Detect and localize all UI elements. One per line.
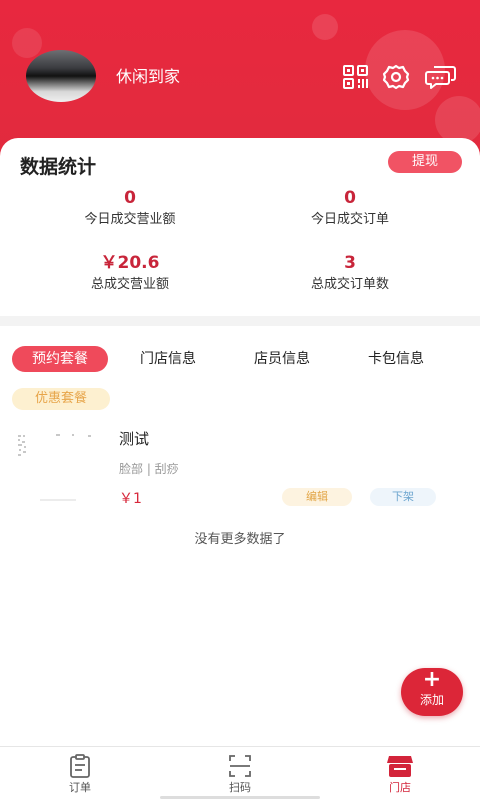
decor-bubble bbox=[435, 96, 480, 144]
stats-title: 数据统计 bbox=[20, 156, 97, 178]
stat-label: 今日成交订单 bbox=[310, 212, 389, 227]
subtab-discount-packages[interactable]: 优惠套餐 bbox=[12, 388, 110, 410]
qrcode-icon[interactable] bbox=[342, 64, 370, 90]
nav-label: 订单 bbox=[69, 781, 91, 794]
stat-label: 今日成交营业额 bbox=[84, 212, 176, 227]
stat-total-orders: 3 总成交订单数 bbox=[230, 252, 470, 295]
gear-icon[interactable] bbox=[382, 64, 410, 90]
tab-booking-packages[interactable]: 预约套餐 bbox=[12, 346, 108, 372]
nav-item-store[interactable]: 门店 bbox=[360, 753, 440, 795]
nav-label: 扫码 bbox=[229, 781, 251, 794]
clipboard-icon bbox=[70, 754, 90, 778]
stat-value: 3 bbox=[344, 253, 356, 273]
delist-button[interactable]: 下架 bbox=[370, 488, 436, 506]
home-indicator bbox=[160, 796, 320, 799]
item-name: 测试 bbox=[119, 430, 150, 448]
add-button-label: 添加 bbox=[419, 693, 444, 707]
scan-icon bbox=[229, 755, 251, 777]
stats-card: 数据统计 提现 0 今日成交营业额 0 今日成交订单 ￥20.6 总成交营业额 … bbox=[0, 138, 480, 316]
tab-staff-info[interactable]: 店员信息 bbox=[254, 346, 310, 372]
tab-store-info[interactable]: 门店信息 bbox=[140, 346, 196, 372]
stat-value: 0 bbox=[124, 188, 136, 208]
stat-today-revenue: 0 今日成交营业额 bbox=[10, 187, 250, 230]
list-end-text: 没有更多数据了 bbox=[194, 532, 286, 547]
decor-bubble bbox=[12, 28, 42, 58]
decor-bubble bbox=[312, 14, 338, 40]
avatar[interactable] bbox=[26, 50, 96, 102]
stat-value: 0 bbox=[344, 188, 356, 208]
store-icon bbox=[387, 756, 413, 777]
edit-button[interactable]: 编辑 bbox=[282, 488, 352, 506]
shop-name: 休闲到家 bbox=[116, 67, 181, 86]
nav-item-orders[interactable]: 订单 bbox=[40, 753, 120, 795]
item-tags: 脸部 | 刮痧 bbox=[119, 462, 179, 476]
stat-label: 总成交营业额 bbox=[90, 277, 169, 292]
stat-total-revenue: ￥20.6 总成交营业额 bbox=[10, 252, 250, 295]
stat-label: 总成交订单数 bbox=[310, 277, 389, 292]
item-thumbnail[interactable] bbox=[16, 431, 104, 503]
add-button[interactable]: + 添加 bbox=[401, 668, 463, 716]
withdraw-button[interactable]: 提现 bbox=[388, 151, 462, 173]
stat-value: ￥20.6 bbox=[100, 253, 160, 273]
plus-icon: + bbox=[422, 667, 442, 692]
message-icon[interactable] bbox=[425, 64, 457, 90]
tab-card-info[interactable]: 卡包信息 bbox=[368, 346, 424, 372]
item-price: ￥1 bbox=[119, 491, 142, 507]
bottom-nav: 订单 扫码 门店 bbox=[0, 746, 480, 800]
stat-today-orders: 0 今日成交订单 bbox=[230, 187, 470, 230]
nav-item-scan[interactable]: 扫码 bbox=[200, 753, 280, 795]
nav-label: 门店 bbox=[389, 781, 411, 794]
